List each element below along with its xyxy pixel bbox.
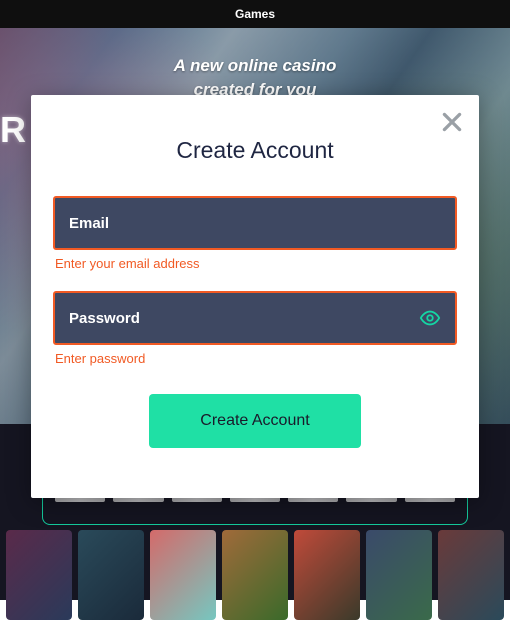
email-error: Enter your email address	[55, 256, 457, 271]
game-thumbnail[interactable]	[78, 530, 144, 620]
hero-line-1: A new online casino	[0, 54, 510, 78]
create-account-button[interactable]: Create Account	[149, 394, 361, 448]
password-field[interactable]	[55, 293, 455, 343]
game-thumbnail[interactable]	[294, 530, 360, 620]
password-field-wrapper: Password	[53, 291, 457, 345]
nav-games-label: Games	[235, 7, 275, 21]
close-icon[interactable]	[439, 109, 465, 135]
top-nav[interactable]: Games	[0, 0, 510, 28]
brand-badge: R	[0, 104, 26, 156]
game-thumbnail[interactable]	[366, 530, 432, 620]
game-thumbnail[interactable]	[222, 530, 288, 620]
game-thumbnail[interactable]	[6, 530, 72, 620]
game-thumbnail[interactable]	[150, 530, 216, 620]
email-field-wrapper: Email	[53, 196, 457, 250]
create-account-modal: Create Account Email Enter your email ad…	[31, 95, 479, 498]
game-thumbnails	[0, 530, 510, 620]
eye-icon[interactable]	[419, 307, 441, 329]
password-error: Enter password	[55, 351, 457, 366]
email-field[interactable]	[55, 198, 455, 248]
game-thumbnail[interactable]	[438, 530, 504, 620]
modal-title: Create Account	[53, 137, 457, 164]
